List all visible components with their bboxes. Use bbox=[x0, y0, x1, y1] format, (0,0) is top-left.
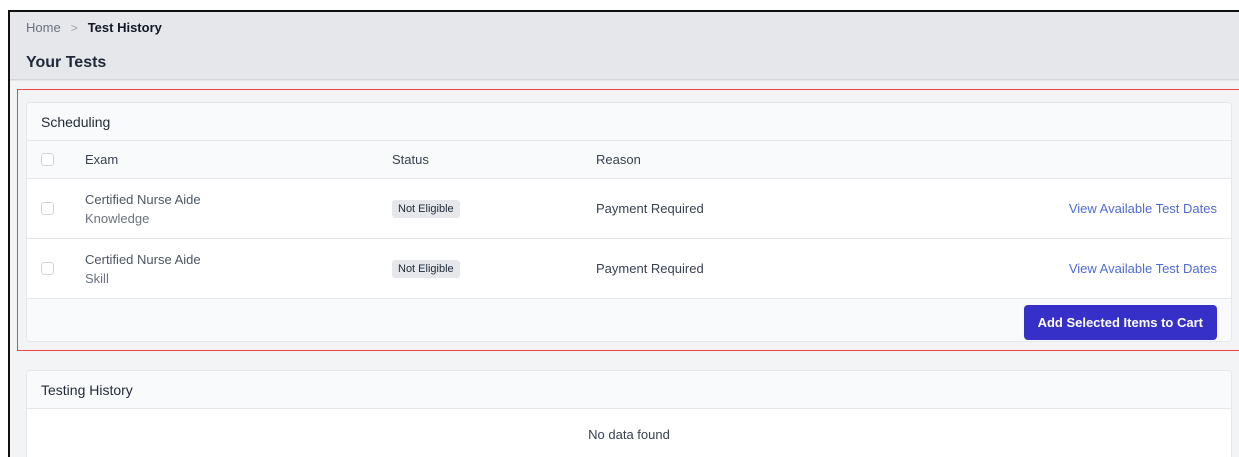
column-exam: Exam bbox=[85, 152, 119, 167]
exam-type: Skill bbox=[85, 270, 109, 286]
exam-cell: Certified Nurse Aide Skill bbox=[85, 252, 201, 286]
history-title: Testing History bbox=[27, 371, 1231, 409]
breadcrumb-home[interactable]: Home bbox=[26, 20, 61, 35]
exam-name: Certified Nurse Aide bbox=[85, 251, 201, 267]
page-title: Your Tests bbox=[26, 54, 107, 71]
view-test-dates-link[interactable]: View Available Test Dates bbox=[1069, 261, 1217, 276]
row-checkbox[interactable] bbox=[41, 202, 54, 215]
status-cell: Not Eligible bbox=[392, 259, 460, 278]
breadcrumb: Home > Test History bbox=[26, 20, 162, 35]
select-all-checkbox[interactable] bbox=[41, 153, 54, 166]
empty-state: No data found bbox=[27, 409, 1231, 457]
add-to-cart-button[interactable]: Add Selected Items to Cart bbox=[1023, 305, 1217, 340]
column-reason: Reason bbox=[596, 152, 641, 167]
page-header: Home > Test History Your Tests bbox=[10, 12, 1239, 80]
status-cell: Not Eligible bbox=[392, 199, 460, 218]
table-header: Exam Status Reason bbox=[27, 141, 1231, 179]
table-row: Certified Nurse Aide Skill Not Eligible … bbox=[27, 239, 1231, 299]
exam-type: Knowledge bbox=[85, 210, 150, 226]
app-frame: Home > Test History Your Tests Schedulin… bbox=[8, 10, 1239, 457]
status-badge: Not Eligible bbox=[392, 259, 460, 278]
testing-history-card: Testing History No data found bbox=[26, 370, 1232, 457]
column-status: Status bbox=[392, 152, 429, 167]
table-row: Certified Nurse Aide Knowledge Not Eligi… bbox=[27, 179, 1231, 239]
scheduling-footer: Add Selected Items to Cart bbox=[27, 299, 1231, 341]
status-badge: Not Eligible bbox=[392, 199, 460, 218]
reason-cell: Payment Required bbox=[596, 201, 704, 216]
row-checkbox[interactable] bbox=[41, 262, 54, 275]
scheduling-card: Scheduling Exam Status Reason Certified … bbox=[26, 102, 1232, 342]
exam-cell: Certified Nurse Aide Knowledge bbox=[85, 192, 201, 226]
breadcrumb-current: Test History bbox=[87, 20, 162, 35]
chevron-right-icon: > bbox=[70, 20, 78, 35]
reason-cell: Payment Required bbox=[596, 261, 704, 276]
scheduling-title: Scheduling bbox=[27, 103, 1231, 141]
view-test-dates-link[interactable]: View Available Test Dates bbox=[1069, 201, 1217, 216]
exam-name: Certified Nurse Aide bbox=[85, 191, 201, 207]
